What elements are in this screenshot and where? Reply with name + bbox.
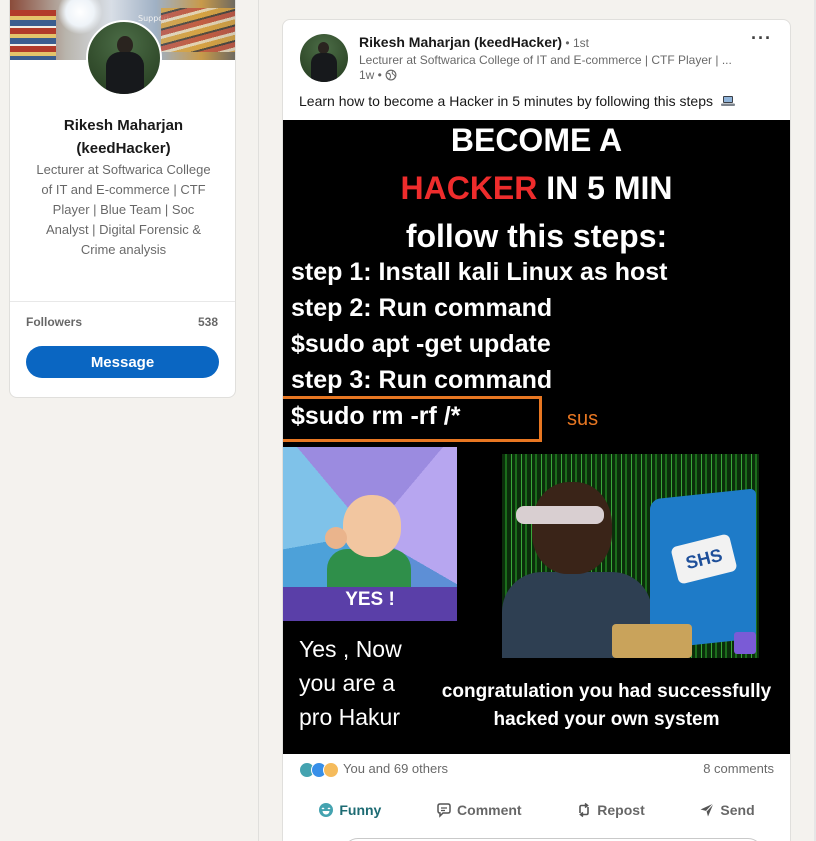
- yes-caption: YES !: [345, 589, 395, 610]
- congrats-text: congratulation you had successfully hack…: [423, 678, 790, 734]
- profile-name-line1: Rikesh Maharjan: [63, 117, 184, 134]
- pro-hakur-text: Yes , Now you are a pro Hakur: [299, 632, 429, 734]
- comment-button[interactable]: Comment: [426, 794, 532, 826]
- image-step2: step 2: Run command: [291, 294, 553, 322]
- post-text-content: Learn how to become a Hacker in 5 minute…: [299, 93, 713, 109]
- globe-icon: [385, 69, 397, 81]
- baby-face: [343, 495, 401, 557]
- pencils-graphic: [161, 8, 235, 52]
- profile-name-line2: (keedHacker): [76, 140, 171, 157]
- highlight-box: [283, 396, 542, 442]
- post-author-avatar[interactable]: [300, 34, 348, 82]
- guy-glasses: [516, 506, 604, 524]
- funny-button[interactable]: Funny: [308, 794, 391, 826]
- profile-separator: [10, 301, 235, 302]
- pro-line3: pro Hakur: [299, 704, 400, 730]
- avatar-body: [311, 53, 337, 82]
- toy-keyboard: [612, 624, 692, 658]
- insightful-reaction-icon: [323, 762, 339, 778]
- guy-head: [532, 482, 612, 574]
- laugh-icon: [319, 803, 334, 817]
- congrats-line2: hacked your own system: [493, 709, 720, 730]
- image-title-in5min: IN 5 MIN: [537, 170, 673, 206]
- connection-degree: • 1st: [562, 36, 589, 50]
- column-divider: [258, 0, 259, 841]
- repost-icon: [579, 802, 590, 818]
- watermark-badge-icon: [734, 632, 756, 654]
- message-button[interactable]: Message: [26, 346, 219, 378]
- send-label: Send: [720, 802, 755, 818]
- followers-label: Followers: [26, 315, 83, 329]
- lightbulb-graphic: [58, 0, 102, 34]
- comment-icon: [437, 803, 451, 818]
- profile-headline: Lecturer at Softwarica College of IT and…: [36, 162, 211, 257]
- comment-label: Comment: [457, 802, 522, 818]
- post-card: Rikesh Maharjan (keedHacker) • 1st Lectu…: [282, 19, 791, 841]
- laptop-emoji-icon: [720, 96, 735, 106]
- profile-name[interactable]: Rikesh Maharjan (keedHacker): [20, 114, 227, 160]
- post-image[interactable]: BECOME A HACKER IN 5 MIN follow this ste…: [283, 120, 790, 754]
- send-icon: [700, 803, 715, 817]
- image-step3: step 3: Run command: [291, 366, 553, 394]
- repost-label: Repost: [597, 802, 645, 818]
- books-graphic: [10, 10, 56, 60]
- sus-annotation: sus: [567, 408, 599, 430]
- success-kid-meme: YES !: [283, 447, 457, 621]
- pro-line1: Yes , Now: [299, 636, 402, 662]
- avatar-body: [106, 52, 144, 94]
- post-time-text: 1w •: [359, 68, 382, 82]
- post-author-name[interactable]: Rikesh Maharjan (keedHacker): [359, 34, 562, 50]
- image-title-line3: follow this steps:: [405, 218, 668, 254]
- more-options-button[interactable]: ···: [751, 28, 772, 49]
- pro-line2: you are a: [299, 670, 395, 696]
- post-action-bar: Funny Comment Repost Send: [291, 790, 782, 830]
- followers-count: 538: [197, 315, 218, 329]
- reaction-icons[interactable]: [299, 762, 339, 778]
- baby-fist: [325, 527, 347, 549]
- repost-button[interactable]: Repost: [566, 794, 654, 826]
- post-text: Learn how to become a Hacker in 5 minute…: [299, 93, 736, 109]
- image-step1: step 1: Install kali Linux as host: [291, 258, 668, 286]
- image-title-hacker: HACKER: [400, 170, 538, 206]
- profile-avatar[interactable]: [86, 20, 162, 96]
- funny-label: Funny: [339, 802, 382, 818]
- hacker-guy-meme: SHS: [502, 454, 759, 658]
- reactors-count[interactable]: You and 69 others: [343, 761, 448, 776]
- image-title-line2: HACKER IN 5 MIN: [283, 170, 790, 207]
- send-button[interactable]: Send: [689, 794, 764, 826]
- post-author-headline: Lecturer at Softwarica College of IT and…: [359, 53, 732, 67]
- social-counts: You and 69 others 8 comments: [299, 760, 774, 780]
- comments-count[interactable]: 8 comments: [703, 761, 774, 776]
- profile-card: Support Rikesh Maharjan (keedHacker) Lec…: [9, 0, 236, 398]
- post-author-line: Rikesh Maharjan (keedHacker) • 1st: [359, 34, 589, 52]
- post-timestamp: 1w •: [359, 68, 397, 82]
- image-title-line1: BECOME A: [450, 122, 623, 158]
- image-cmd1: $sudo apt -get update: [291, 330, 551, 358]
- congrats-line1: congratulation you had successfully: [441, 681, 772, 702]
